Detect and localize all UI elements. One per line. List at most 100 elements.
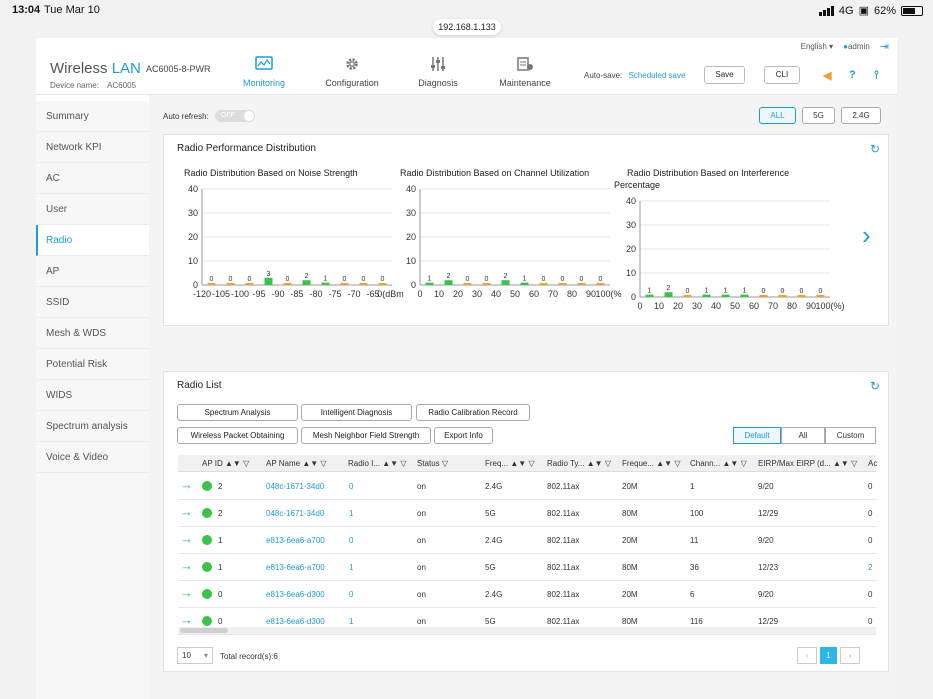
sidebar: Summary Network KPI AC User Radio AP SSI… [36, 101, 149, 699]
sidebar-item-user[interactable]: User [36, 194, 149, 225]
sidebar-item-ap[interactable]: AP [36, 256, 149, 287]
band-24g-button[interactable]: 2.4G [841, 107, 881, 124]
alarm-icon[interactable]: ◀ [823, 69, 831, 82]
row-detail-arrow-icon[interactable]: → [180, 585, 193, 600]
sidebar-item-mesh-wds[interactable]: Mesh & WDS [36, 318, 149, 349]
view-default-tab[interactable]: Default [733, 427, 781, 444]
wireless-packet-obtaining-button[interactable]: Wireless Packet Obtaining [177, 427, 298, 444]
sidebar-item-network-kpi[interactable]: Network KPI [36, 132, 149, 163]
sidebar-item-potential-risk[interactable]: Potential Risk [36, 349, 149, 380]
user-menu[interactable]: ●admin [843, 42, 870, 51]
row-detail-arrow-icon[interactable]: → [180, 612, 193, 627]
col-ap-name[interactable]: AP Name ▲▼ ▽ [266, 459, 327, 468]
horizontal-scrollbar[interactable] [178, 627, 876, 634]
sidebar-item-voice-video[interactable]: Voice & Video [36, 442, 149, 473]
nav-diagnosis[interactable]: Diagnosis [412, 56, 464, 88]
bar-value-label: 0 [580, 276, 584, 283]
spectrum-analysis-button[interactable]: Spectrum Analysis [177, 404, 298, 421]
band-all-button[interactable]: ALL [759, 107, 796, 124]
cell-ac[interactable]: 2 [868, 563, 872, 572]
prev-page-button[interactable]: ‹ [797, 647, 817, 664]
cell-ap-name[interactable]: e813-6ea6-d300 [266, 617, 325, 626]
bar-value-label: 0 [819, 288, 823, 295]
table-row[interactable]: → 2 048c-1671-34d0 1 on 5G 802.11ax 80M 100 12/29… [178, 500, 876, 527]
scrollbar-thumb[interactable] [180, 628, 228, 633]
cell-ap-name[interactable]: 048c-1671-34d0 [266, 482, 324, 491]
table-row[interactable]: → 0 e813-6ea6-d300 0 on 2.4G 802.11ax 20M 6 9/20 0 [178, 581, 876, 608]
language-select[interactable]: English ▾ [801, 42, 834, 51]
col-ac[interactable]: Ac [868, 459, 877, 468]
cell-radio-id[interactable]: 1 [349, 509, 353, 518]
mesh-neighbor-field-strength-button[interactable]: Mesh Neighbor Field Strength [301, 427, 431, 444]
cell-radio-type: 802.11ax [547, 590, 580, 599]
bar [645, 294, 654, 297]
col-radio-type[interactable]: Radio Ty... ▲▼ ▽ [547, 459, 611, 468]
band-5g-button[interactable]: 5G [802, 107, 835, 124]
row-detail-arrow-icon[interactable]: → [180, 504, 193, 519]
bar-value-label: 1 [428, 276, 432, 283]
cell-ap-name[interactable]: 048c-1671-34d0 [266, 509, 324, 518]
col-channel[interactable]: Chann... ▲▼ ▽ [690, 459, 747, 468]
nav-configuration[interactable]: Configuration [320, 56, 384, 88]
view-all-tab[interactable]: All [781, 427, 825, 444]
col-eirp[interactable]: EIRP/Max EIRP (d... ▲▼ ▽ [758, 459, 857, 468]
scheduled-save-link[interactable]: Scheduled save [628, 71, 685, 80]
cell-radio-id[interactable]: 1 [349, 563, 353, 572]
sort-icon: ▲▼ [586, 459, 603, 468]
refresh-icon[interactable]: ↻ [870, 142, 880, 156]
cli-button[interactable]: CLI [764, 66, 800, 84]
nav-maintenance[interactable]: Maintenance [496, 56, 554, 88]
sidebar-item-wids[interactable]: WIDS [36, 380, 149, 411]
table-row[interactable]: → 2 048c-1671-34d0 0 on 2.4G 802.11ax 20M 1 9/20 0 [178, 473, 876, 500]
sidebar-item-spectrum-analysis[interactable]: Spectrum analysis [36, 411, 149, 442]
page-size-select[interactable]: 10 ▾ [177, 647, 213, 664]
refresh-list-icon[interactable]: ↻ [870, 379, 880, 393]
autosave-label: Auto-save: [584, 71, 623, 80]
next-chart-chevron-icon[interactable]: › [862, 222, 871, 248]
logout-icon[interactable]: ⇥ [880, 40, 889, 53]
col-frequency[interactable]: Freq... ▲▼ ▽ [485, 459, 535, 468]
row-detail-arrow-icon[interactable]: → [180, 531, 193, 546]
auto-refresh-toggle[interactable]: OFF [215, 110, 255, 122]
current-page-button[interactable]: 1 [820, 647, 837, 664]
cell-eirp: 9/20 [758, 590, 774, 599]
help-icon[interactable]: ? [849, 69, 856, 81]
table-row[interactable]: → 1 e813-6ea6-a700 0 on 2.4G 802.11ax 20M 11 9/20… [178, 527, 876, 554]
col-ap-id[interactable]: AP ID ▲▼ ▽ [202, 459, 249, 468]
col-bandwidth[interactable]: Freque... ▲▼ ▽ [622, 459, 680, 468]
nav-monitoring[interactable]: Monitoring [236, 56, 292, 88]
cell-radio-id[interactable]: 0 [349, 482, 353, 491]
cell-radio-id[interactable]: 0 [349, 536, 353, 545]
cell-ap-name[interactable]: e813-6ea6-a700 [266, 536, 325, 545]
view-custom-tab[interactable]: Custom [825, 427, 876, 444]
intelligent-diagnosis-button[interactable]: Intelligent Diagnosis [301, 404, 412, 421]
status-online-icon [202, 481, 212, 491]
cell-ap-name[interactable]: e813-6ea6-a700 [266, 563, 325, 572]
export-info-button[interactable]: Export Info [434, 427, 493, 444]
radio-table-header: AP ID ▲▼ ▽ AP Name ▲▼ ▽ Radio I... ▲▼ ▽ … [178, 455, 877, 472]
y-tick-label: 0 [411, 280, 416, 290]
sidebar-item-ac[interactable]: AC [36, 163, 149, 194]
row-detail-arrow-icon[interactable]: → [180, 477, 193, 492]
save-button[interactable]: Save [704, 66, 745, 84]
x-tick-label: 100(%) [815, 301, 844, 311]
row-detail-arrow-icon[interactable]: → [180, 558, 193, 573]
network-type: 4G [838, 4, 854, 17]
cell-radio-id[interactable]: 0 [349, 590, 353, 599]
next-page-button[interactable]: › [840, 647, 860, 664]
radio-calibration-record-button[interactable]: Radio Calibration Record [416, 404, 530, 421]
sidebar-item-summary[interactable]: Summary [36, 101, 149, 132]
url-bar[interactable]: 192.168.1.133 [433, 19, 501, 35]
network-topology-icon[interactable]: ⫯ [874, 69, 879, 82]
col-status[interactable]: Status ▽ [417, 459, 448, 468]
sidebar-item-radio[interactable]: Radio [36, 225, 149, 256]
sidebar-item-ssid[interactable]: SSID [36, 287, 149, 318]
cell-ap-name[interactable]: e813-6ea6-d300 [266, 590, 325, 599]
cell-radio-type: 802.11ax [547, 536, 580, 545]
table-row[interactable]: → 1 e813-6ea6-a700 1 on 5G 802.11ax 80M 36 12/23 2 [178, 554, 876, 581]
cell-radio-id[interactable]: 1 [349, 617, 353, 626]
cell-ap-id: 2 [218, 482, 223, 491]
cell-channel: 6 [690, 590, 695, 599]
col-radio-id[interactable]: Radio I... ▲▼ ▽ [348, 459, 406, 468]
y-tick-label: 40 [406, 184, 416, 194]
